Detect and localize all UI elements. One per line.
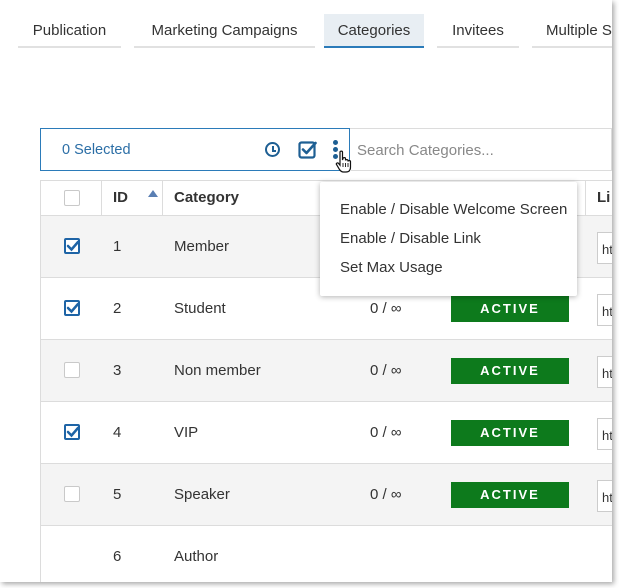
menu-item-link[interactable]: Enable / Disable Link [320,228,577,257]
link-field[interactable]: ht [597,294,612,326]
tab-marketing-campaigns[interactable]: Marketing Campaigns [134,14,315,48]
status-badge[interactable]: ACTIVE [451,482,569,508]
row-usage: 0 / ∞ [370,486,402,503]
clock-icon[interactable] [265,142,280,157]
row-category: Student [174,300,226,317]
row-category: Speaker [174,486,230,503]
row-id: 4 [113,424,122,441]
table-row: 3 Non member 0 / ∞ ACTIVE ht [41,340,612,402]
table-row: 4 VIP 0 / ∞ ACTIVE ht [41,402,612,464]
app-frame: Publication Marketing Campaigns Categori… [0,0,612,582]
row-checkbox[interactable] [64,486,80,502]
row-id: 5 [113,486,122,503]
menu-item-max-usage[interactable]: Set Max Usage [320,257,577,286]
tab-invitees[interactable]: Invitees [437,14,519,48]
column-header-id[interactable]: ID [113,181,128,215]
check-square-icon[interactable] [298,140,317,159]
bulk-actions-menu: Enable / Disable Welcome Screen Enable /… [320,182,577,296]
tab-publication[interactable]: Publication [18,14,121,48]
link-field[interactable]: ht [597,356,612,388]
row-checkbox[interactable] [64,238,80,254]
menu-item-welcome-screen[interactable]: Enable / Disable Welcome Screen [320,199,577,228]
row-id: 6 [113,548,122,565]
row-id: 1 [113,238,122,255]
row-id: 2 [113,300,122,317]
row-category: Author [174,548,219,565]
status-badge[interactable]: ACTIVE [451,358,569,384]
column-header-link[interactable]: Li [597,181,610,215]
table-row: 6 Author [41,526,612,582]
table-row: 5 Speaker 0 / ∞ ACTIVE ht [41,464,612,526]
row-usage: 0 / ∞ [370,424,402,441]
row-checkbox[interactable] [64,362,80,378]
link-field[interactable]: ht [597,480,612,512]
row-category: Member [174,238,230,255]
selection-toolbar: 0 Selected [40,128,350,171]
tab-multiple[interactable]: Multiple S [532,14,612,48]
sort-asc-icon[interactable] [148,190,158,197]
tab-categories[interactable]: Categories [324,14,424,48]
select-all-checkbox[interactable] [64,190,80,206]
link-field[interactable]: ht [597,232,612,264]
row-checkbox[interactable] [64,424,80,440]
row-usage: 0 / ∞ [370,362,402,379]
row-checkbox[interactable] [64,300,80,316]
row-id: 3 [113,362,122,379]
row-category: Non member [174,362,261,379]
status-badge[interactable]: ACTIVE [451,296,569,322]
link-field[interactable]: ht [597,418,612,450]
row-category: VIP [174,424,199,441]
status-badge[interactable]: ACTIVE [451,420,569,446]
column-header-category[interactable]: Category [174,181,239,215]
selected-count: 0 Selected [62,142,131,158]
search-input[interactable]: Search Categories... [350,128,612,171]
